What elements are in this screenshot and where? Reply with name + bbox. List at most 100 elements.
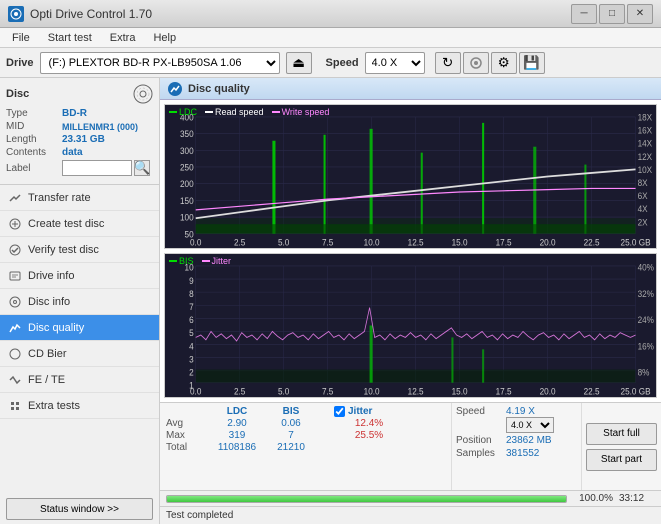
type-key: Type [6,108,62,119]
svg-text:5: 5 [189,328,194,339]
refresh-button[interactable]: ↻ [435,52,461,74]
svg-text:17.5: 17.5 [496,386,512,397]
chart2-svg: 10 9 8 7 6 5 4 3 2 1 40% 32% 24% 16% 8% [165,254,656,397]
start-part-button[interactable]: Start part [586,449,657,471]
svg-text:150: 150 [180,195,194,206]
disc-title: Disc [6,88,29,100]
jitter-header: Jitter [348,406,372,417]
contents-value: data [62,147,83,158]
app-title: Opti Drive Control 1.70 [8,6,152,22]
svg-text:14X: 14X [638,138,653,149]
svg-text:7.5: 7.5 [322,237,333,248]
svg-text:3: 3 [189,354,194,365]
svg-text:20.0: 20.0 [540,386,556,397]
length-key: Length [6,134,62,145]
burn-button[interactable] [463,52,489,74]
maximize-button[interactable]: □ [599,4,625,24]
sidebar-item-extra-tests[interactable]: Extra tests [0,393,159,419]
speed-stat-label: Speed [456,406,506,433]
sidebar: Disc Type BD-R MID MILLENMR1 (000) Lengt… [0,78,160,524]
drive-label: Drive [6,57,34,69]
svg-text:9: 9 [189,275,194,286]
mid-value: MILLENMR1 (000) [62,122,138,132]
mid-key: MID [6,121,62,132]
window-controls: ─ □ ✕ [571,4,653,24]
stats-left: LDC BIS Jitter Avg 2.90 0.06 12.4% [160,403,451,490]
bis-header: BIS [264,406,318,417]
menu-start-test[interactable]: Start test [40,30,100,46]
avg-jitter: 12.4% [334,418,404,429]
jitter-checkbox[interactable] [334,406,345,417]
statusbar: Test completed [160,506,661,524]
sidebar-item-transfer-rate[interactable]: Transfer rate [0,185,159,211]
sidebar-item-disc-info[interactable]: Disc info [0,289,159,315]
svg-text:10.0: 10.0 [364,386,380,397]
bottom-stats: LDC BIS Jitter Avg 2.90 0.06 12.4% [160,402,661,490]
create-test-icon [8,217,22,231]
svg-text:12.5: 12.5 [408,386,424,397]
svg-text:22.5: 22.5 [584,237,600,248]
samples-label: Samples [456,448,506,459]
chart2-legend: BIS Jitter [169,256,231,266]
svg-text:8: 8 [189,288,194,299]
progress-time: 33:12 [619,493,655,504]
svg-text:15.0: 15.0 [452,237,468,248]
sidebar-item-verify-test-disc[interactable]: Verify test disc [0,237,159,263]
svg-text:6X: 6X [638,191,648,202]
sidebar-item-fe-te[interactable]: FE / TE [0,367,159,393]
save-button[interactable]: 💾 [519,52,545,74]
sidebar-item-create-test-disc[interactable]: Create test disc [0,211,159,237]
start-full-button[interactable]: Start full [586,423,657,445]
progress-percent: 100.0% [573,493,613,504]
close-button[interactable]: ✕ [627,4,653,24]
max-jitter: 25.5% [334,430,404,441]
drive-select[interactable]: (F:) PLEXTOR BD-R PX-LB950SA 1.06 [40,52,280,74]
svg-text:10X: 10X [638,164,653,175]
menu-help[interactable]: Help [145,30,184,46]
svg-text:17.5: 17.5 [496,237,512,248]
svg-text:8%: 8% [638,367,650,378]
sidebar-item-disc-quality[interactable]: Disc quality [0,315,159,341]
extra-tests-icon [8,399,22,413]
status-text: Test completed [166,510,233,521]
quality-header-icon [168,82,182,96]
chart1-svg: 400 350 300 250 200 150 100 50 18X 16X 1… [165,105,656,248]
svg-text:7.5: 7.5 [322,386,333,397]
label-key: Label [6,163,62,174]
svg-text:4: 4 [189,341,194,352]
chart-ldc: LDC Read speed Write speed [164,104,657,249]
charts-area: LDC Read speed Write speed [160,100,661,402]
length-value: 23.31 GB [62,134,105,145]
settings-button[interactable]: ⚙ [491,52,517,74]
svg-text:18X: 18X [638,112,653,123]
position-value: 23862 MB [506,435,576,446]
svg-text:0.0: 0.0 [190,237,201,248]
label-input[interactable] [62,160,132,176]
minimize-button[interactable]: ─ [571,4,597,24]
menu-extra[interactable]: Extra [102,30,144,46]
fe-te-icon [8,373,22,387]
sidebar-item-cd-bier[interactable]: CD Bier [0,341,159,367]
total-ldc: 1108186 [210,442,264,453]
disc-panel: Disc Type BD-R MID MILLENMR1 (000) Lengt… [0,78,159,185]
speed-select[interactable]: 4.0 X [365,52,425,74]
verify-test-icon [8,243,22,257]
sidebar-item-drive-info[interactable]: Drive info [0,263,159,289]
menu-file[interactable]: File [4,30,38,46]
legend-read-speed: Read speed [205,107,264,117]
legend-write-speed: Write speed [272,107,330,117]
speed-stat-value: 4.19 X 4.0 X [506,406,576,433]
samples-value: 381552 [506,448,576,459]
progress-track [166,495,567,503]
svg-text:2X: 2X [638,217,648,228]
quality-title: Disc quality [188,83,250,95]
svg-text:12.5: 12.5 [408,237,424,248]
contents-key: Contents [6,147,62,158]
speed-display-select[interactable]: 4.0 X [506,417,554,433]
label-search-button[interactable]: 🔍 [134,160,150,176]
eject-button[interactable]: ⏏ [286,52,312,74]
svg-text:20.0: 20.0 [540,237,556,248]
chart-bis: BIS Jitter [164,253,657,398]
drive-info-icon [8,269,22,283]
status-window-button[interactable]: Status window >> [6,498,153,520]
